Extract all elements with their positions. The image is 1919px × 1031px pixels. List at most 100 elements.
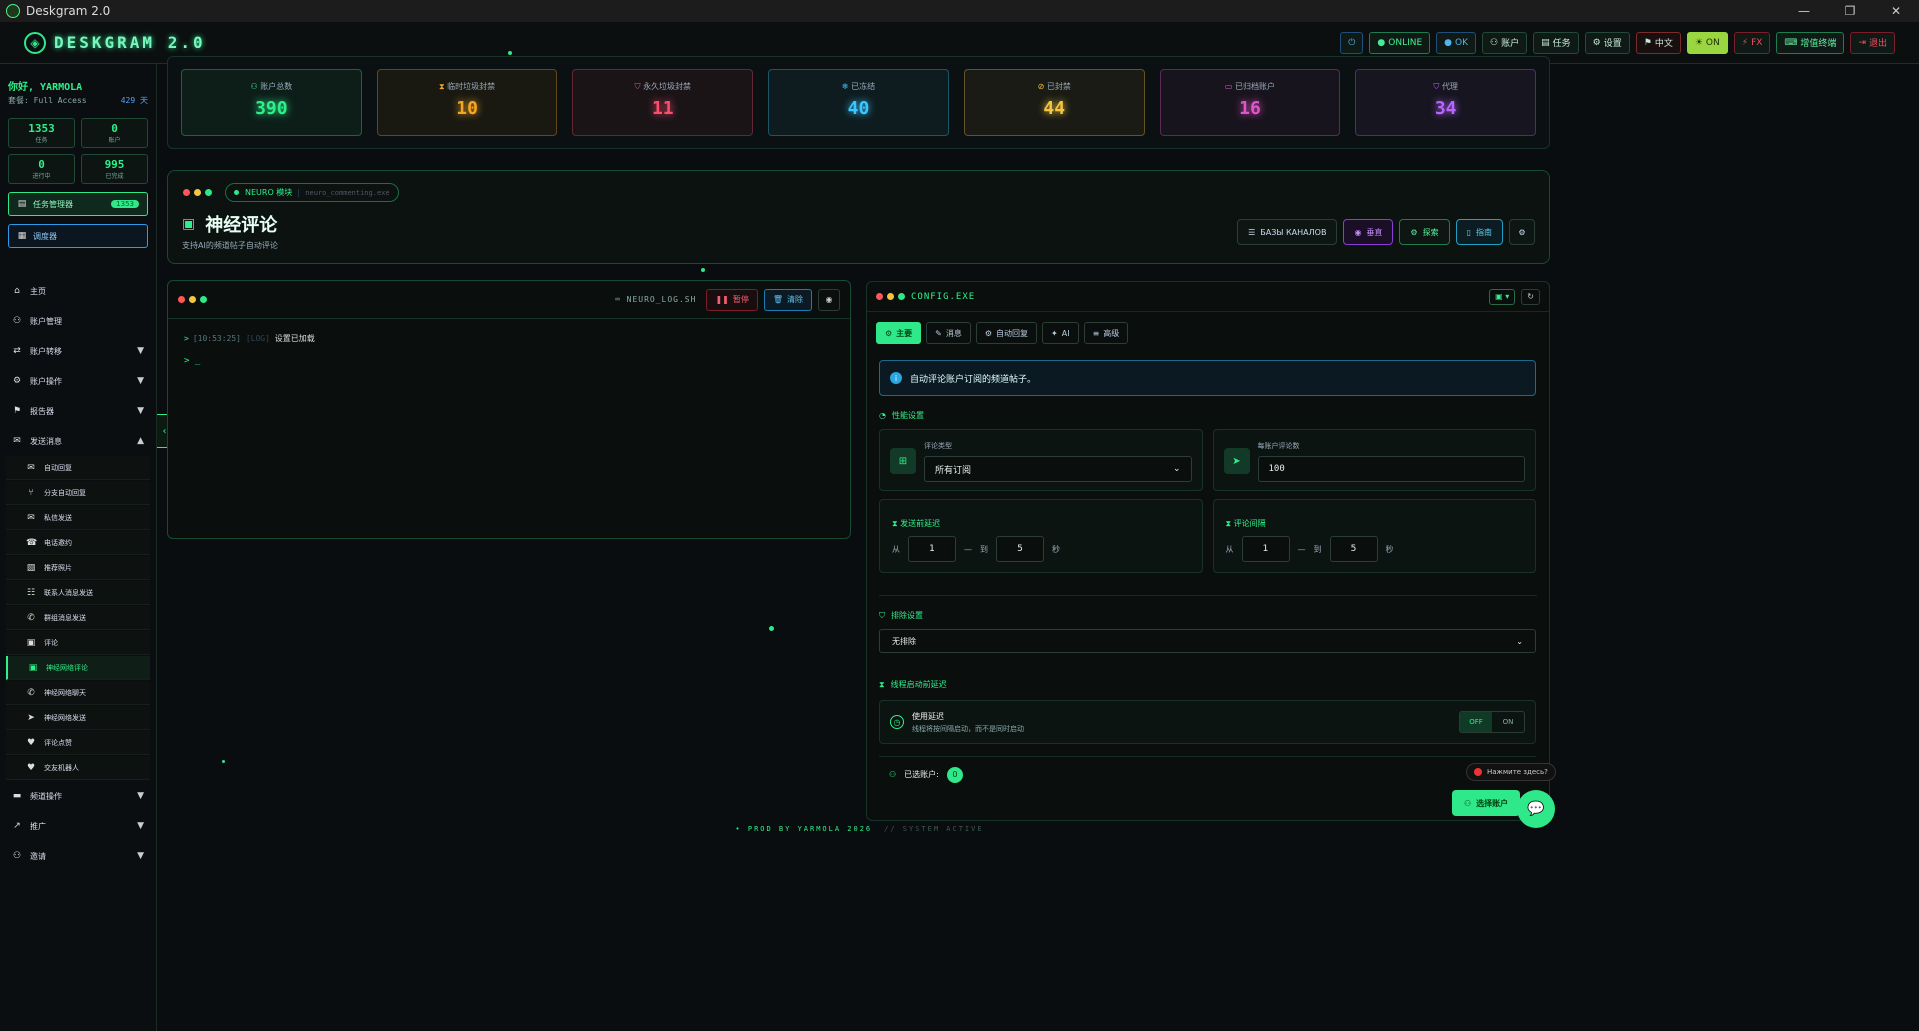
sidebar-item[interactable]: ⇄ 账户转移 ▼ — [0, 336, 156, 366]
sidebar-item[interactable]: ✆ 群组消息发送 — [6, 606, 150, 630]
topbar-button-账户[interactable]: ⚇ 账户 — [1482, 31, 1528, 54]
header-button[interactable]: ⚙ 探索 — [1399, 219, 1450, 245]
topbar-button-fx[interactable]: ⚡ FX — [1733, 31, 1771, 54]
info-text: 自动评论账户订阅的频道帖子。 — [910, 374, 1037, 385]
sidebar-item[interactable]: ▣ 神经网络评论 — [6, 656, 150, 680]
save-preset-button[interactable]: ▣ ▾ — [1489, 288, 1516, 305]
topbar-button-设置[interactable]: ⚙ 设置 — [1584, 31, 1630, 54]
sidebar-item-label: 报告器 — [30, 406, 54, 416]
log-panel: ⌨ NEURO_LOG.SH ❚❚ 暂停 🗑 清除 ◉ > [10:53:25] [L… — [167, 280, 851, 539]
users-icon: ⚇ — [1490, 37, 1499, 48]
interval-to-input[interactable]: 5 — [1329, 536, 1378, 562]
topbar-button-增值终端[interactable]: ⌨ 增值终端 — [1776, 31, 1845, 54]
sidebar-item-label: 群组消息发送 — [44, 613, 86, 622]
eye-icon: ◉ — [825, 295, 833, 304]
topbar-button-任务[interactable]: ▤ 任务 — [1533, 31, 1579, 54]
dot-icon: ● — [1377, 37, 1386, 48]
per-account-input[interactable]: 100 — [1257, 456, 1525, 482]
app-icon — [6, 4, 20, 18]
sidebar-item[interactable]: ☷ 联系人消息发送 — [6, 581, 150, 605]
sidebar-item[interactable]: ♥ 交友机器人 — [6, 756, 150, 780]
settings-button[interactable]: ⚙ — [1509, 219, 1535, 245]
tab-4[interactable]: ≡ 高级 — [1083, 322, 1129, 344]
chevron-down-icon: ▼ — [137, 346, 144, 356]
sidebar-item[interactable]: ☎ 电话邀约 — [6, 531, 150, 555]
chat-ai-icon: ✆ — [27, 687, 35, 698]
toggle-off-option[interactable]: OFF — [1460, 712, 1492, 732]
tab-3[interactable]: ✦ AI — [1042, 322, 1079, 344]
hourglass-icon: ⧗ — [1225, 519, 1234, 528]
sidebar-item[interactable]: ⑂ 分支自动回复 — [6, 481, 150, 505]
tab-1[interactable]: ✎ 消息 — [926, 322, 971, 344]
tab-0[interactable]: ⚙ 主要 — [876, 322, 922, 344]
sidebar-item[interactable]: ✉ 私信发送 — [6, 506, 150, 530]
sidebar-item[interactable]: ⚇ 账户管理 — [0, 306, 156, 336]
sidebar-item[interactable]: ⚙ 账户操作 ▼ — [0, 366, 156, 396]
module-pill: NEURO 模块 neuro_commenting.exe — [225, 183, 399, 202]
sidebar-item-label: 神经网络聊天 — [44, 688, 86, 697]
toggle-visibility-button[interactable]: ◉ — [818, 288, 840, 311]
sidebar-item[interactable]: ⚑ 报告器 ▼ — [0, 396, 156, 426]
sidebar-item[interactable]: ▬ 频道操作 ▼ — [0, 781, 156, 811]
maximize-button[interactable]: ❐ — [1827, 4, 1873, 18]
header-button[interactable]: ▯ 指南 — [1455, 219, 1503, 245]
close-button[interactable]: ✕ — [1873, 4, 1919, 18]
chevron-up-icon: ▲ — [137, 436, 144, 446]
heart-icon: ♥ — [26, 737, 36, 748]
topbar-button-label: 退出 — [1868, 39, 1887, 49]
gear-icon: ⚙ — [885, 328, 893, 338]
decor-dot — [769, 626, 774, 631]
ban-icon: ⊘ — [1037, 82, 1047, 91]
select-accounts-button[interactable]: ⚇ 选择账户 — [1452, 790, 1521, 816]
topbar-button-退出[interactable]: ⇥ 退出 — [1850, 31, 1895, 54]
sidebar-item[interactable]: ▣ 评论 — [6, 631, 150, 655]
sidebar-item[interactable]: ↗ 推广 ▼ — [0, 811, 156, 841]
scheduler-button[interactable]: ▦ 调度器 — [8, 224, 148, 248]
log-line: > [10:53:25] [LOG] 设置已加载 — [184, 334, 315, 343]
tab-label: AI — [1061, 328, 1070, 338]
sidebar-item[interactable]: ⌂ 主页 — [0, 276, 156, 306]
dot-icon: ● — [1444, 37, 1453, 48]
task-manager-button[interactable]: ▤ 任务管理器 1353 — [8, 192, 148, 216]
logo-icon: ◈ — [24, 31, 46, 54]
reset-button[interactable]: ↻ — [1521, 288, 1540, 305]
tab-label: 主要 — [896, 328, 913, 338]
exclude-select[interactable]: 无排除 ⌄ — [879, 629, 1536, 653]
sidebar-item[interactable]: ✉ 自动回复 — [6, 456, 150, 480]
pause-button[interactable]: ❚❚ 暂停 — [706, 288, 758, 311]
recorder-pill[interactable]: Нажмите здесь? — [1466, 763, 1556, 781]
sidebar-item[interactable]: ⚇ 邀请 ▼ — [0, 841, 156, 871]
sidebar-item-label: 电话邀约 — [44, 538, 72, 547]
header-button[interactable]: ☰ БАЗЫ КАНАЛОВ — [1237, 219, 1338, 245]
send-delay-to-input[interactable]: 5 — [996, 536, 1044, 562]
topbar-button-on[interactable]: ☀ ON — [1686, 31, 1728, 54]
header-button[interactable]: ◉ 垂直 — [1343, 219, 1394, 245]
topbar-button-power[interactable]: ⏻ — [1340, 31, 1364, 54]
topbar-button-中文[interactable]: ⚑ 中文 — [1635, 31, 1681, 54]
use-delay-toggle[interactable]: OFF ON — [1459, 711, 1525, 733]
send-delay-from-input[interactable]: 1 — [908, 536, 956, 562]
sidebar-item[interactable]: ▧ 推荐照片 — [6, 556, 150, 580]
tab-2[interactable]: ⚙ 自动回复 — [975, 322, 1038, 344]
comment-interval-title: ⧗ 评论间隔 — [1225, 519, 1266, 528]
power-icon: ⏻ — [1348, 37, 1356, 48]
minimize-button[interactable]: — — [1781, 4, 1827, 18]
interval-from-input[interactable]: 1 — [1241, 536, 1290, 562]
sidebar-item[interactable]: ✉ 发送消息 ▲ — [0, 426, 156, 456]
sidebar-item[interactable]: ✆ 神经网络聊天 — [6, 681, 150, 705]
stat-value: 0 — [111, 122, 118, 135]
sidebar-item[interactable]: ♥ 评论点赞 — [6, 731, 150, 755]
stat-card-value: 16 — [1239, 98, 1261, 119]
clear-button[interactable]: 🗑 清除 — [763, 288, 812, 311]
comment-type-select[interactable]: 所有订阅 ⌄ — [924, 456, 1192, 482]
chevron-down-icon: ⌄ — [1516, 636, 1523, 646]
sidebar-item-label: 分支自动回复 — [44, 488, 86, 497]
toggle-on-option[interactable]: ON — [1492, 712, 1524, 732]
app-logo[interactable]: ◈ DESKGRAM 2.0 — [24, 31, 206, 54]
sidebar-item-label: 评论点赞 — [44, 738, 72, 747]
topbar-button-ok[interactable]: ● OK — [1436, 31, 1477, 54]
topbar-button-online[interactable]: ● ONLINE — [1369, 31, 1431, 54]
envelope-icon: ✉ — [27, 462, 35, 473]
sidebar-item[interactable]: ➤ 神经网络发送 — [6, 706, 150, 730]
stat-card-label: ⚇ 账户总数 — [182, 81, 361, 92]
